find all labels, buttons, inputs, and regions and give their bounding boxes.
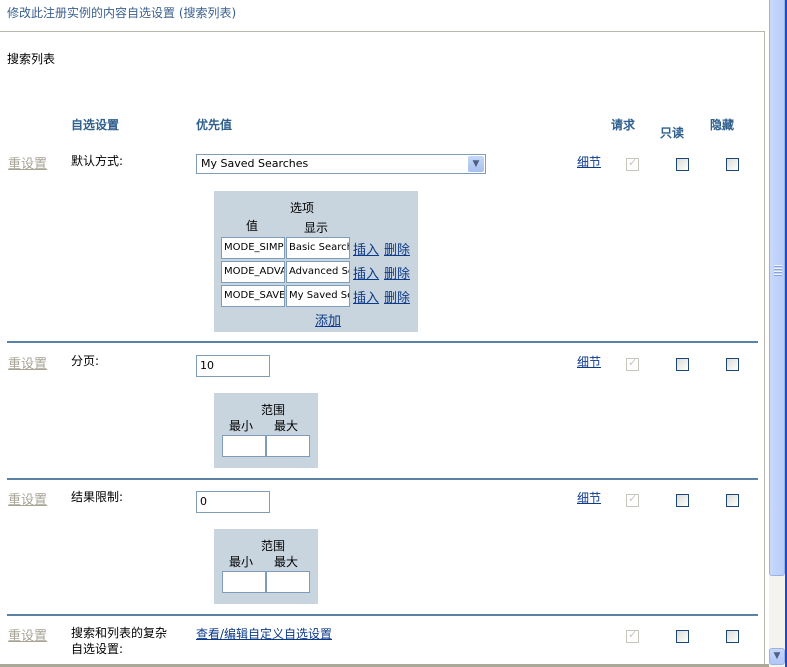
row-divider — [7, 614, 758, 616]
detail-link-default-mode[interactable]: 细节 — [577, 153, 601, 170]
range-panel-result-limit: 范围 最小 最大 — [214, 529, 318, 604]
select-value: My Saved Searches — [201, 157, 309, 170]
reset-link-result-limit[interactable]: 重设置 — [8, 489, 47, 508]
option-add-link[interactable]: 添加 — [315, 310, 341, 329]
option-delete-link[interactable]: 删除 — [384, 287, 410, 306]
range-panel-paging: 范围 最小 最大 — [214, 393, 318, 468]
label-complex-line2: 自选设置: — [71, 642, 124, 656]
reset-link-default-mode[interactable]: 重设置 — [8, 153, 47, 172]
hidden-checkbox-paging[interactable] — [726, 358, 739, 371]
option-display-input[interactable]: Basic Search — [286, 237, 350, 259]
option-display-input[interactable]: My Saved Se — [286, 285, 350, 307]
options-col-display: 显示 — [304, 221, 329, 235]
option-value-input[interactable]: MODE_SAVE — [221, 285, 285, 307]
range-min-input[interactable] — [222, 571, 266, 593]
required-checkbox-complex — [626, 628, 639, 643]
label-result-limit: 结果限制: — [71, 490, 124, 504]
header-setting: 自选设置 — [71, 118, 120, 132]
hidden-checkbox-result-limit[interactable] — [726, 494, 739, 507]
hidden-checkbox-complex[interactable] — [726, 630, 739, 643]
required-checkbox-result-limit — [626, 492, 639, 507]
detail-link-paging[interactable]: 细节 — [577, 353, 601, 370]
required-checkbox-paging — [626, 356, 639, 371]
header-hidden: 隐藏 — [710, 118, 735, 132]
readonly-checkbox-complex[interactable] — [676, 630, 689, 643]
option-insert-link[interactable]: 插入 — [353, 239, 379, 258]
reset-link-complex[interactable]: 重设置 — [8, 625, 47, 644]
readonly-checkbox-default-mode[interactable] — [676, 158, 689, 171]
detail-link-result-limit[interactable]: 细节 — [577, 489, 601, 506]
row-divider — [7, 341, 758, 343]
readonly-checkbox-result-limit[interactable] — [676, 494, 689, 507]
range-max-label: 最大 — [274, 419, 299, 433]
range-max-input[interactable] — [266, 571, 310, 593]
required-checkbox-default-mode — [626, 156, 639, 171]
option-value-input[interactable]: MODE_ADVA — [221, 261, 285, 283]
range-max-label: 最大 — [274, 555, 299, 569]
options-title: 选项 — [289, 201, 314, 215]
readonly-checkbox-paging[interactable] — [676, 358, 689, 371]
grip-icon — [774, 265, 782, 277]
label-default-mode: 默认方式: — [71, 154, 124, 168]
label-complex-line1: 搜索和列表的复杂 — [71, 626, 168, 640]
scrollbar-thumb[interactable] — [769, 0, 785, 576]
options-panel: 选项 值 显示 MODE_SIMP Basic Search 插入 删除 MOD… — [214, 191, 418, 332]
section-title: 搜索列表 — [7, 52, 56, 66]
header-readonly: 只读 — [660, 126, 685, 140]
option-delete-link[interactable]: 删除 — [384, 239, 410, 258]
option-insert-link[interactable]: 插入 — [353, 287, 379, 306]
option-insert-link[interactable]: 插入 — [353, 263, 379, 282]
row-divider — [7, 478, 758, 480]
header-required: 请求 — [611, 118, 636, 132]
default-mode-select[interactable]: My Saved Searches ▼ — [196, 154, 486, 174]
range-min-input[interactable] — [222, 435, 266, 457]
options-col-value: 值 — [246, 219, 259, 233]
header-value: 优先值 — [196, 118, 233, 132]
range-min-label: 最小 — [229, 419, 254, 433]
option-delete-link[interactable]: 删除 — [384, 263, 410, 282]
option-value-input[interactable]: MODE_SIMP — [221, 237, 285, 259]
range-min-label: 最小 — [229, 555, 254, 569]
label-paging: 分页: — [71, 354, 100, 368]
range-title: 范围 — [260, 539, 285, 553]
scroll-down-arrow-icon[interactable]: ▼ — [769, 648, 785, 665]
range-max-input[interactable] — [266, 435, 310, 457]
paging-input[interactable]: 10 — [196, 355, 270, 377]
range-title: 范围 — [260, 403, 285, 417]
option-display-input[interactable]: Advanced Se — [286, 261, 350, 283]
page-title: 修改此注册实例的内容自选设置 (搜索列表) — [7, 6, 237, 20]
reset-link-paging[interactable]: 重设置 — [8, 353, 47, 372]
result-limit-input[interactable]: 0 — [196, 491, 270, 513]
chevron-down-icon[interactable]: ▼ — [468, 156, 484, 172]
hidden-checkbox-default-mode[interactable] — [726, 158, 739, 171]
edit-custom-preferences-link[interactable]: 查看/编辑自定义自选设置 — [196, 625, 332, 642]
